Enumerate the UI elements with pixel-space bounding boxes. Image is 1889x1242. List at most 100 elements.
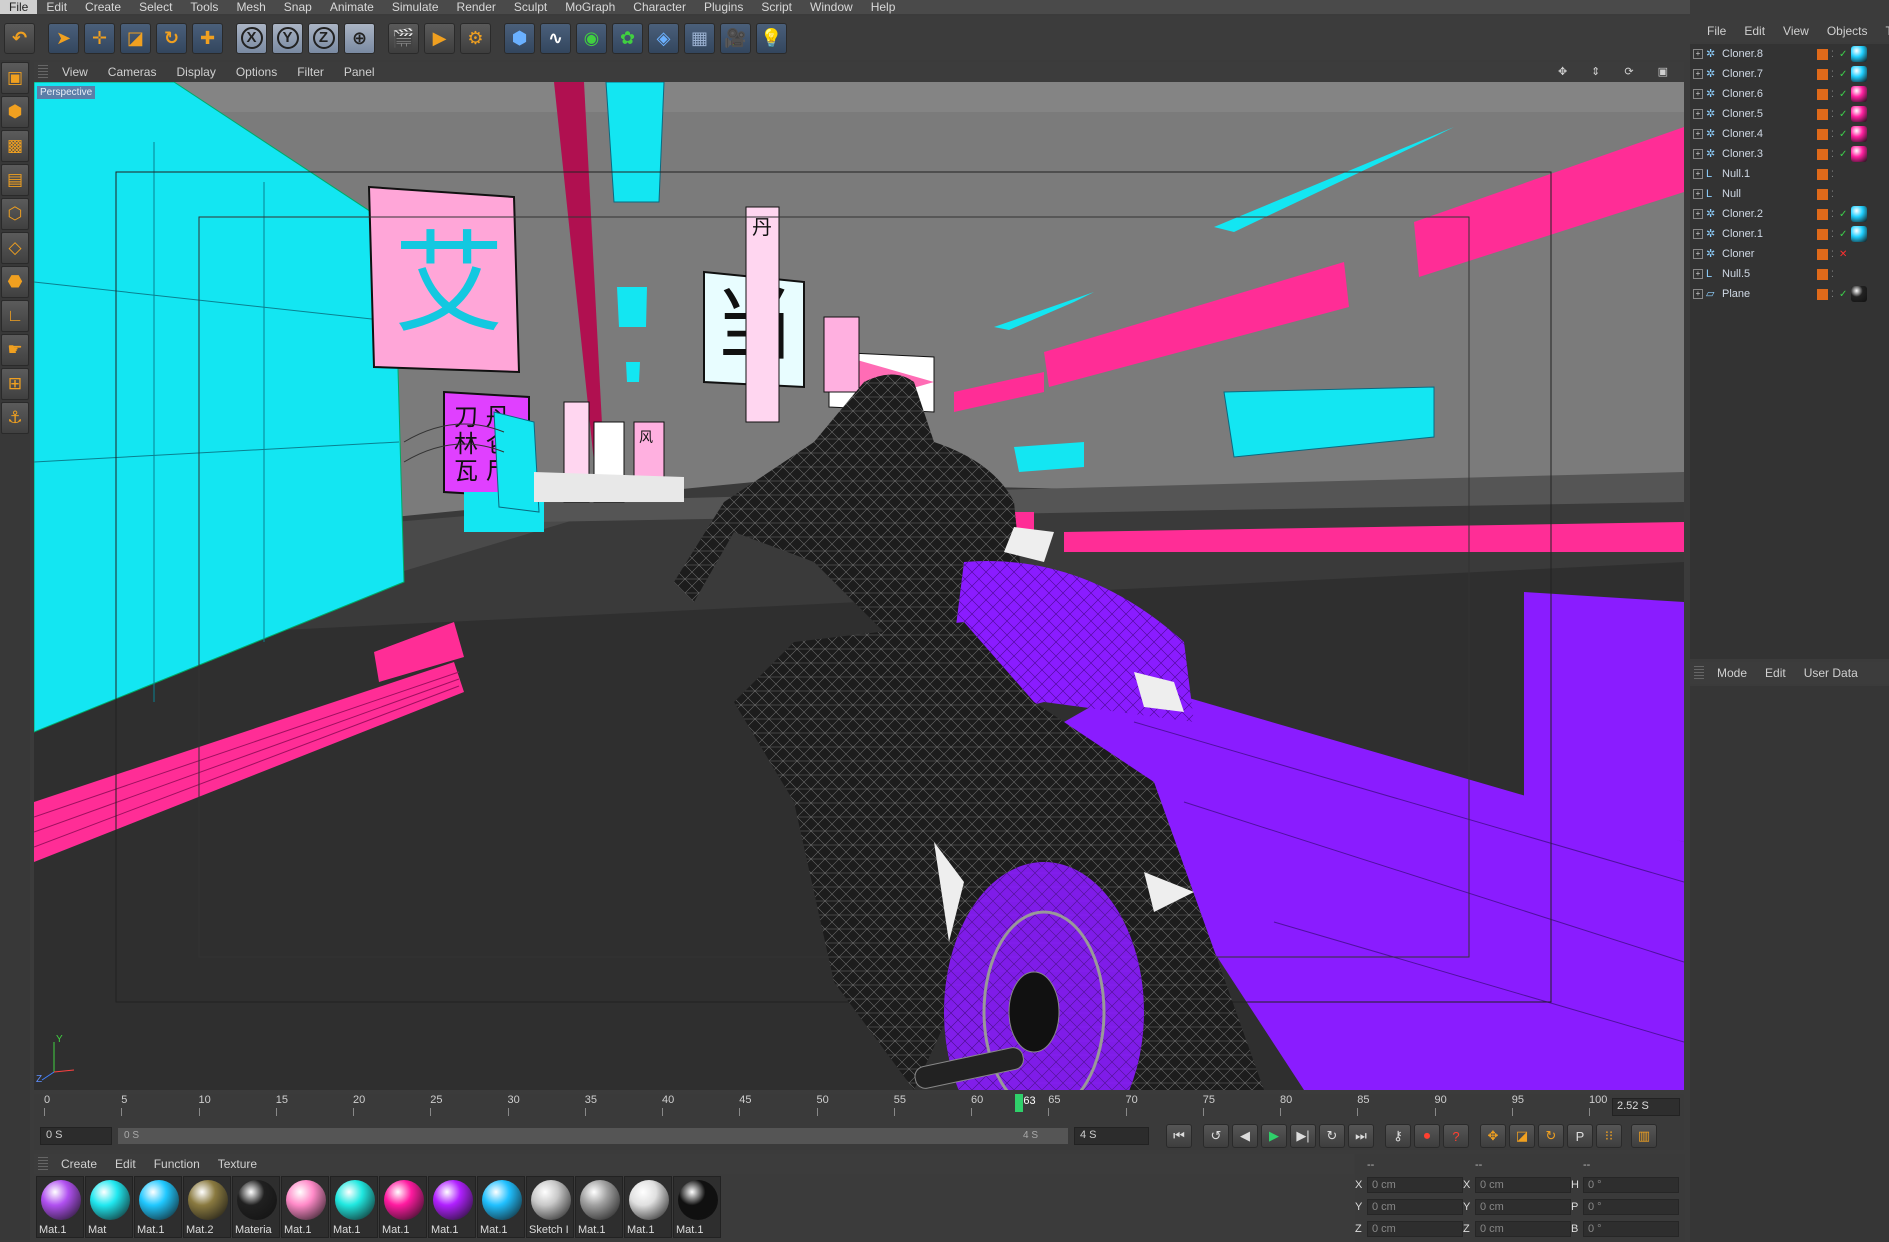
visibility-dots-icon[interactable]: ⁚: [1831, 149, 1839, 160]
material-swatch[interactable]: Mat.1: [330, 1176, 378, 1238]
visibility-dots-icon[interactable]: ⁚: [1831, 209, 1839, 220]
object-name[interactable]: Null.5: [1722, 268, 1817, 280]
attribute-menu-edit[interactable]: Edit: [1756, 666, 1795, 680]
enabled-check-icon[interactable]: ✓: [1839, 49, 1849, 60]
viewport-zoom-icon[interactable]: ⇕: [1581, 65, 1610, 78]
material-swatch[interactable]: Mat.2: [183, 1176, 231, 1238]
make-editable-icon[interactable]: ▣: [1, 62, 29, 94]
visibility-dots-icon[interactable]: ⁚: [1831, 169, 1839, 180]
viewport-menu-panel[interactable]: Panel: [334, 65, 385, 79]
menu-create[interactable]: Create: [76, 0, 130, 14]
perspective-viewport[interactable]: 艾 当 丹 刀 丹 林 仑 瓦 尸 风: [34, 82, 1684, 1090]
layer-color-tag[interactable]: [1817, 188, 1828, 200]
menu-edit[interactable]: Edit: [37, 0, 76, 14]
workplane-mode-icon[interactable]: ▤: [1, 164, 29, 196]
expand-icon[interactable]: +: [1693, 89, 1703, 99]
coord-pos-field[interactable]: 0 cm: [1367, 1177, 1463, 1193]
expand-icon[interactable]: +: [1693, 229, 1703, 239]
material-menu-function[interactable]: Function: [145, 1157, 209, 1171]
visibility-dots-icon[interactable]: ⁚: [1831, 129, 1839, 140]
expand-icon[interactable]: +: [1693, 289, 1703, 299]
layer-color-tag[interactable]: [1817, 268, 1828, 280]
render-settings-icon[interactable]: ⚙: [460, 22, 491, 54]
cloner-icon[interactable]: ✿: [612, 22, 643, 54]
visibility-dots-icon[interactable]: ⁚: [1831, 289, 1839, 300]
menu-plugins[interactable]: Plugins: [695, 0, 752, 14]
next-key-icon[interactable]: ↻: [1319, 1124, 1345, 1148]
texture-tag-icon[interactable]: [1851, 206, 1867, 222]
visibility-dots-icon[interactable]: ⁚: [1831, 229, 1839, 240]
y-axis-lock-button[interactable]: Y: [272, 22, 303, 54]
viewport-menu-view[interactable]: View: [52, 65, 98, 79]
layer-color-tag[interactable]: [1817, 88, 1828, 100]
scale-key-icon[interactable]: ◪: [1509, 1124, 1535, 1148]
coord-size-field[interactable]: 0 cm: [1475, 1177, 1571, 1193]
texture-tag-icon[interactable]: [1851, 66, 1867, 82]
material-swatch[interactable]: Sketch I: [526, 1176, 574, 1238]
material-swatch[interactable]: Mat.1: [36, 1176, 84, 1238]
snapping-icon[interactable]: ⊞: [1, 368, 29, 400]
enabled-check-icon[interactable]: ✓: [1839, 89, 1849, 100]
material-swatch[interactable]: Mat: [85, 1176, 133, 1238]
play-forward-icon[interactable]: ▶: [1261, 1124, 1287, 1148]
object-name[interactable]: Cloner.2: [1722, 208, 1817, 220]
material-swatch[interactable]: Mat.1: [575, 1176, 623, 1238]
texture-tag-icon[interactable]: [1851, 226, 1867, 242]
next-frame-icon[interactable]: ▶|: [1290, 1124, 1316, 1148]
expand-icon[interactable]: +: [1693, 129, 1703, 139]
scale-tool-icon[interactable]: ◪: [120, 22, 151, 54]
object-row[interactable]: + ✲ Cloner.3 ⁚ ✓: [1690, 144, 1889, 164]
viewport-menu-filter[interactable]: Filter: [287, 65, 334, 79]
layer-color-tag[interactable]: [1817, 108, 1828, 120]
subdivision-surface-icon[interactable]: ◉: [576, 22, 607, 54]
render-picture-viewer-icon[interactable]: ▶: [424, 22, 455, 54]
polygons-mode-icon[interactable]: ⬣: [1, 266, 29, 298]
camera-icon[interactable]: 🎥: [720, 22, 751, 54]
object-menu-objects[interactable]: Objects: [1818, 24, 1877, 38]
coord-size-field[interactable]: 0 cm: [1475, 1199, 1571, 1215]
previous-key-icon[interactable]: ↺: [1203, 1124, 1229, 1148]
visibility-dots-icon[interactable]: ⁚: [1831, 269, 1839, 280]
texture-tag-icon[interactable]: [1851, 46, 1867, 62]
coord-pos-field[interactable]: 0 cm: [1367, 1199, 1463, 1215]
cube-primitive-icon[interactable]: ⬢: [504, 22, 535, 54]
max-time-field[interactable]: 4 S: [1074, 1127, 1149, 1145]
object-menu-edit[interactable]: Edit: [1735, 24, 1774, 38]
material-swatch[interactable]: Mat.1: [477, 1176, 525, 1238]
texture-tag-icon[interactable]: [1851, 126, 1867, 142]
previous-frame-icon[interactable]: ◀: [1232, 1124, 1258, 1148]
object-row[interactable]: + ✲ Cloner.5 ⁚ ✓: [1690, 104, 1889, 124]
add-tool-icon[interactable]: ✚: [192, 22, 223, 54]
material-swatch[interactable]: Mat.1: [673, 1176, 721, 1238]
menu-mesh[interactable]: Mesh: [227, 0, 274, 14]
texture-tag-icon[interactable]: [1851, 106, 1867, 122]
expand-icon[interactable]: +: [1693, 189, 1703, 199]
coord-rot-field[interactable]: 0 °: [1583, 1199, 1679, 1215]
object-row[interactable]: + L Null ⁚: [1690, 184, 1889, 204]
viewport-menu-cameras[interactable]: Cameras: [98, 65, 167, 79]
object-name[interactable]: Null: [1722, 188, 1817, 200]
texture-tag-icon[interactable]: [1851, 86, 1867, 102]
attribute-menu-user-data[interactable]: User Data: [1795, 666, 1867, 680]
menu-script[interactable]: Script: [752, 0, 801, 14]
texture-tag-icon[interactable]: [1851, 286, 1867, 302]
keyframe-selection-icon[interactable]: ?: [1443, 1124, 1469, 1148]
expand-icon[interactable]: +: [1693, 269, 1703, 279]
object-name[interactable]: Cloner.7: [1722, 68, 1817, 80]
current-time-field[interactable]: 2.52 S: [1612, 1098, 1680, 1116]
menu-simulate[interactable]: Simulate: [383, 0, 448, 14]
viewport-menu-options[interactable]: Options: [226, 65, 287, 79]
material-menu-create[interactable]: Create: [52, 1157, 106, 1171]
object-name[interactable]: Cloner.6: [1722, 88, 1817, 100]
autokey-icon[interactable]: ⏺: [1414, 1124, 1440, 1148]
deformer-icon[interactable]: ◈: [648, 22, 679, 54]
menu-sculpt[interactable]: Sculpt: [505, 0, 556, 14]
viewport-maximize-icon[interactable]: ▣: [1648, 65, 1678, 78]
enabled-check-icon[interactable]: ✓: [1839, 109, 1849, 120]
object-name[interactable]: Cloner.8: [1722, 48, 1817, 60]
panel-grip[interactable]: [38, 1157, 48, 1171]
coord-size-field[interactable]: 0 cm: [1475, 1221, 1571, 1237]
material-swatch[interactable]: Mat.1: [624, 1176, 672, 1238]
visibility-dots-icon[interactable]: ⁚: [1831, 189, 1839, 200]
expand-icon[interactable]: +: [1693, 209, 1703, 219]
